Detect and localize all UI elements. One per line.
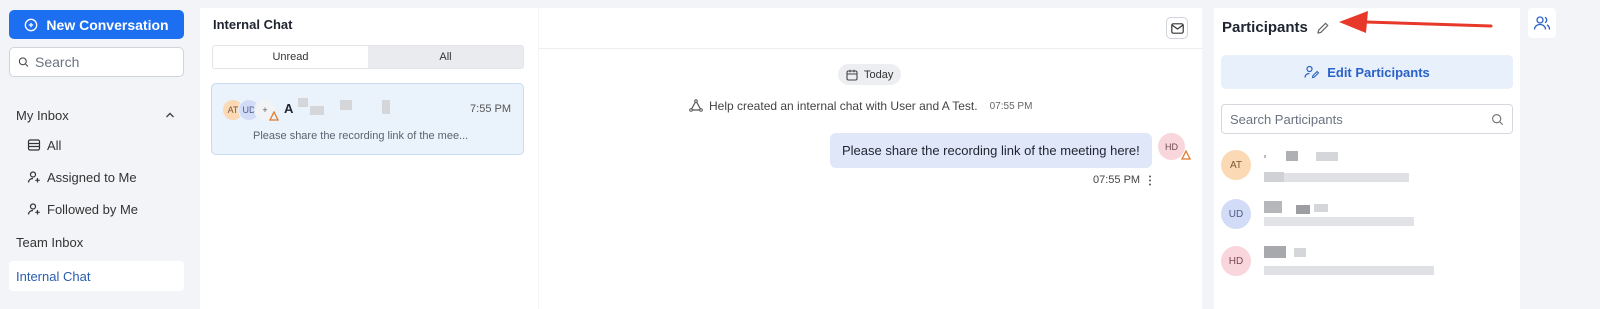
search-icon: [1492, 113, 1504, 125]
mail-icon: [1170, 22, 1184, 34]
annotation-arrow-icon: [1339, 11, 1493, 33]
redacted-participant-email: [1264, 217, 1414, 226]
edit-participants-button[interactable]: Edit Participants: [1221, 55, 1513, 89]
more-avatars-count: +: [262, 105, 268, 115]
triangle-warning-icon: [1181, 150, 1191, 160]
redacted-participant-email: [1264, 173, 1409, 182]
participants-header: Participants: [1222, 19, 1330, 36]
conversation-time: 7:55 PM: [470, 103, 511, 115]
app-window: New Conversation My Inbox All: [0, 0, 1600, 309]
redacted-participant-name: [1294, 248, 1306, 257]
message-time: 07:55 PM: [1093, 174, 1141, 186]
system-message-text: Help created an internal chat with User …: [709, 99, 978, 113]
system-message: Help created an internal chat with User …: [689, 99, 1032, 113]
users-icon[interactable]: [1533, 15, 1551, 31]
more-vertical-icon[interactable]: [1148, 175, 1152, 186]
chat-bubble-icon: [25, 18, 38, 31]
sidebar-item-followed[interactable]: Followed by Me: [9, 193, 183, 225]
edit-participants-label: Edit Participants: [1327, 64, 1430, 80]
redacted-participant-name: [1314, 204, 1328, 212]
inbox-stack-icon: [27, 139, 41, 151]
search-input[interactable]: [35, 54, 175, 70]
my-inbox-label: My Inbox: [16, 107, 69, 123]
list-title: Internal Chat: [213, 17, 293, 32]
redacted-name: [298, 98, 308, 107]
list-tabs: Unread All: [212, 45, 524, 69]
chevron-up-icon[interactable]: [164, 109, 176, 121]
sidebar-item-label: Assigned to Me: [47, 169, 137, 185]
redacted-name: [340, 100, 352, 110]
sidebar-item-team-inbox[interactable]: Team Inbox: [9, 227, 183, 257]
avatar: UD: [1221, 199, 1251, 229]
participants-search-input[interactable]: [1230, 111, 1470, 127]
my-inbox-header[interactable]: My Inbox: [9, 105, 183, 125]
date-separator: Today: [838, 64, 902, 85]
sidebar-item-assigned[interactable]: Assigned to Me: [9, 161, 183, 193]
conversation-list-panel: Internal Chat Unread All AT UD + A 7:55 …: [200, 8, 538, 309]
redacted-name: [310, 106, 324, 115]
tab-all[interactable]: All: [368, 46, 523, 68]
sidebar: New Conversation My Inbox All: [0, 0, 192, 309]
redacted-participant-name: [1264, 201, 1282, 213]
redacted-participant-email: [1264, 266, 1434, 275]
user-plus-icon: [27, 203, 40, 215]
new-conversation-label: New Conversation: [46, 16, 169, 33]
sidebar-item-label: Followed by Me: [47, 201, 139, 217]
system-message-time: 07:55 PM: [989, 100, 1033, 112]
date-label: Today: [864, 68, 894, 81]
redacted-participant-name: [1264, 155, 1266, 158]
participants-panel: Participants Edit Participants AT: [1214, 8, 1520, 309]
calendar-icon: [846, 69, 858, 81]
network-triangle-icon: [689, 99, 703, 112]
user-edit-icon: [1304, 65, 1320, 79]
sidebar-item-label: All: [47, 137, 62, 153]
message-meta: 07:55 PM: [1093, 174, 1152, 186]
conversation-item[interactable]: AT UD + A 7:55 PM Please share the recor…: [211, 83, 524, 155]
email-button[interactable]: [1166, 17, 1188, 39]
triangle-warning-icon: [269, 111, 279, 121]
participants-search[interactable]: [1221, 104, 1513, 134]
redacted-participant-name: [1264, 246, 1286, 258]
redacted-participant-name: [1316, 152, 1338, 161]
right-toolbar: [1528, 8, 1556, 38]
pencil-icon[interactable]: [1316, 21, 1330, 35]
message-bubble: Please share the recording link of the m…: [830, 133, 1152, 168]
conversation-preview: Please share the recording link of the m…: [253, 130, 469, 142]
user-plus-icon: [27, 171, 40, 183]
redacted-name: [382, 100, 390, 114]
sidebar-item-all[interactable]: All: [9, 129, 183, 161]
redacted-participant-name: [1286, 151, 1298, 161]
participants-title: Participants: [1222, 19, 1308, 36]
sidebar-item-internal-chat[interactable]: Internal Chat: [9, 261, 184, 291]
chat-panel: Today Help created an internal chat with…: [539, 8, 1202, 309]
redacted-participant-email: [1264, 172, 1284, 182]
search-icon: [18, 57, 29, 67]
sidebar-search[interactable]: [9, 47, 184, 77]
avatar: AT: [1221, 150, 1251, 180]
new-conversation-button[interactable]: New Conversation: [9, 10, 184, 39]
tab-unread[interactable]: Unread: [213, 46, 368, 68]
redacted-participant-name: [1296, 205, 1310, 214]
chat-header: [539, 8, 1202, 49]
conversation-name: A: [284, 101, 294, 116]
avatar: HD: [1221, 246, 1251, 276]
